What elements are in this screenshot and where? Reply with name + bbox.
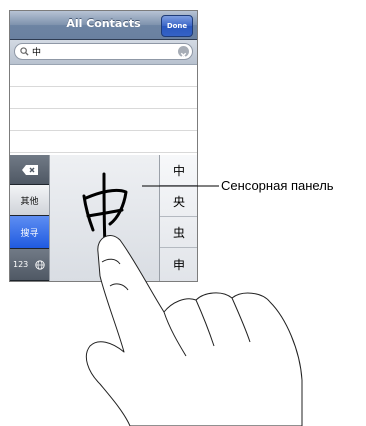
globe-icon[interactable]: [35, 260, 45, 270]
iphone-screen: All Contacts Done 中 其他 搜寻 123 中 央 虫 申: [9, 10, 198, 282]
candidate-column: 中 央 虫 申: [159, 155, 197, 281]
handwriting-keyboard: 其他 搜寻 123 中 央 虫 申: [10, 155, 197, 281]
other-button[interactable]: 其他: [10, 185, 49, 216]
candidate-yang[interactable]: 央: [160, 186, 197, 217]
clear-icon[interactable]: [178, 46, 189, 59]
numbers-label: 123: [13, 260, 29, 269]
search-button[interactable]: 搜寻: [10, 216, 49, 249]
keyboard-function-column: 其他 搜寻 123: [10, 155, 49, 281]
candidate-shen[interactable]: 申: [160, 248, 197, 281]
touch-pad[interactable]: [49, 155, 160, 281]
search-icon: [20, 47, 29, 56]
callout-label: Сенсорная панель: [221, 178, 334, 193]
search-input-value: 中: [32, 48, 42, 58]
backspace-icon: [21, 164, 38, 175]
nav-bar: All Contacts Done: [10, 11, 197, 40]
done-button[interactable]: Done: [161, 15, 193, 37]
backspace-button[interactable]: [10, 155, 49, 185]
list-item: [10, 109, 197, 131]
list-item: [10, 87, 197, 109]
search-bar: 中: [10, 40, 197, 65]
candidate-chong[interactable]: 虫: [160, 217, 197, 248]
numbers-button[interactable]: 123: [10, 249, 49, 281]
search-input[interactable]: 中: [14, 43, 193, 60]
list-item: [10, 131, 197, 153]
candidate-zhong[interactable]: 中: [160, 155, 197, 186]
list-item: [10, 65, 197, 87]
results-list: [10, 65, 197, 155]
